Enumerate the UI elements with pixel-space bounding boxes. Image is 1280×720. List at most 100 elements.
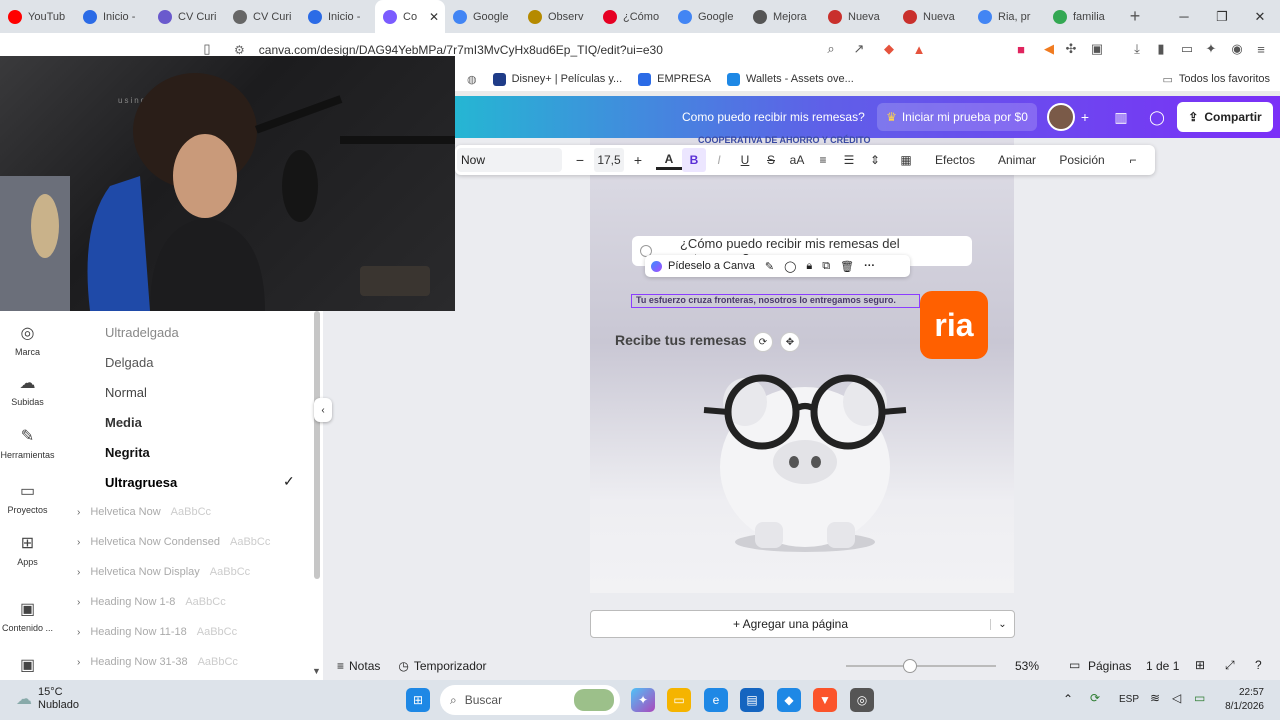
font-family-item[interactable]: › Helvetica Now Condensed AaBbCc xyxy=(77,536,270,548)
battery-icon[interactable]: ▭ xyxy=(1194,691,1205,705)
sidebar-item[interactable]: ◎ Marca xyxy=(0,323,55,357)
spacing-icon[interactable]: ⇕ xyxy=(862,148,888,172)
browser-tab[interactable]: Nueva xyxy=(820,0,895,33)
font-weight-option[interactable]: Ultradelgada xyxy=(105,325,179,340)
italic-icon[interactable]: I xyxy=(706,148,732,172)
sidebar-item[interactable]: ✎ Herramientas xyxy=(0,426,55,460)
download-icon[interactable]: ⤓ xyxy=(1128,40,1146,58)
weather-widget[interactable]: ☁ 15°C Nublado xyxy=(16,686,79,712)
sidebar-toggle-icon[interactable]: ▮ xyxy=(1152,40,1170,58)
browser-tab[interactable]: Google xyxy=(445,0,520,33)
font-family-item[interactable]: › Heading Now 11-18 AaBbCc xyxy=(77,626,237,638)
browser-tab[interactable]: Ria, pr xyxy=(970,0,1045,33)
animate-button[interactable]: Animar xyxy=(986,148,1048,172)
font-family-item[interactable]: › Heading Now 31-38 AaBbCc xyxy=(77,656,238,668)
insights-icon[interactable]: ▥ xyxy=(1107,103,1135,131)
start-trial-button[interactable]: ♛ Iniciar mi prueba por $0 xyxy=(877,103,1037,131)
strikethrough-icon[interactable]: S xyxy=(758,148,784,172)
font-weight-option[interactable]: Ultragruesa xyxy=(105,475,177,490)
browser-tab[interactable]: YouTub xyxy=(0,0,75,33)
search-icon[interactable]: ⌕ xyxy=(822,40,840,58)
collapse-panel-icon[interactable]: ‹ xyxy=(314,398,332,422)
extension-icon[interactable]: ◀ xyxy=(1040,40,1058,58)
sidebar-item[interactable]: ▭ Proyectos xyxy=(0,481,55,515)
font-weight-option[interactable]: Media xyxy=(105,415,142,430)
browser-tab[interactable]: Google xyxy=(670,0,745,33)
font-family-item[interactable]: › Helvetica Now AaBbCc xyxy=(77,506,211,518)
share-button[interactable]: ⇪ Compartir xyxy=(1177,102,1273,132)
browser-tab[interactable]: Co ✕ xyxy=(375,0,445,33)
browser-tab[interactable]: familia xyxy=(1045,0,1120,33)
share-page-icon[interactable]: ↗ xyxy=(850,40,868,58)
effects-button[interactable]: Efectos xyxy=(924,148,986,172)
dropbox-icon[interactable]: ◆ xyxy=(777,688,801,712)
rotate-icon[interactable]: ⟳ xyxy=(753,332,773,352)
chevron-right-icon[interactable]: › xyxy=(77,597,80,608)
brave-rewards-icon[interactable]: ▲ xyxy=(910,40,928,58)
font-weight-option[interactable]: Normal xyxy=(105,385,147,400)
list-icon[interactable]: ☰ xyxy=(836,148,862,172)
scroll-down-icon[interactable]: ▼ xyxy=(312,666,321,676)
comment-icon[interactable]: ◯ xyxy=(1143,103,1171,131)
sidebar-item[interactable]: ▣ Contenido ... xyxy=(0,599,55,633)
extensions-puzzle-icon[interactable]: ✣ xyxy=(1062,40,1080,58)
zoom-level[interactable]: 53% xyxy=(1015,659,1039,673)
edge-icon[interactable]: e xyxy=(704,688,728,712)
maximize-icon[interactable]: ❐ xyxy=(1203,0,1241,33)
clock[interactable]: 22:57 8/1/2026 xyxy=(1225,686,1264,714)
bookmark-item[interactable]: Disney+ | Películas y... xyxy=(492,72,622,86)
subtitle-text[interactable]: Recibe tus remesas xyxy=(615,332,747,348)
transparency-icon[interactable]: ▦ xyxy=(888,148,924,172)
taskbar-search[interactable]: ⌕ Buscar xyxy=(440,685,620,715)
site-settings-icon[interactable]: ⚙ xyxy=(234,43,245,57)
case-icon[interactable]: aA xyxy=(784,148,810,172)
duplicate-icon[interactable]: ⧉ xyxy=(822,260,830,273)
grid-view-icon[interactable]: ⊞ xyxy=(1195,658,1205,672)
delete-icon[interactable]: 🗑︎ xyxy=(840,260,854,273)
font-family-item[interactable]: › Helvetica Now Display AaBbCc xyxy=(77,566,250,578)
add-collaborator-icon[interactable]: + xyxy=(1071,103,1099,131)
add-page-button[interactable]: + Agregar una página ⌄ xyxy=(590,610,1015,638)
chevron-right-icon[interactable]: › xyxy=(77,567,80,578)
volume-icon[interactable]: ◁ xyxy=(1172,691,1181,705)
screenshot-icon[interactable]: ▣ xyxy=(1088,40,1106,58)
browser-tab[interactable]: Mejora xyxy=(745,0,820,33)
sync-icon[interactable]: ⟳ xyxy=(1090,691,1100,705)
bookmark-item[interactable]: EMPRESA xyxy=(638,72,711,86)
more-icon[interactable]: ··· xyxy=(864,260,875,272)
chevron-right-icon[interactable]: › xyxy=(77,507,80,518)
app-icon[interactable]: ◎ xyxy=(850,688,874,712)
close-tab-icon[interactable]: ✕ xyxy=(429,10,439,24)
menu-icon[interactable]: ≡ xyxy=(1252,40,1270,58)
ask-canva-button[interactable]: Pídeselo a Canva xyxy=(668,260,755,272)
leo-ai-icon[interactable]: ✦ xyxy=(1202,40,1220,58)
position-button[interactable]: Posición xyxy=(1048,148,1116,172)
sidebar-item[interactable]: ⊞ Apps xyxy=(0,533,55,567)
file-explorer-icon[interactable]: ▭ xyxy=(667,688,691,712)
sidebar-item[interactable]: ☁ Subidas xyxy=(0,373,55,407)
lock-icon[interactable]: 🔒︎ xyxy=(806,260,812,273)
ria-logo[interactable]: ria xyxy=(920,291,988,359)
font-weight-option[interactable]: Delgada xyxy=(105,355,153,370)
increase-size-icon[interactable]: + xyxy=(624,148,652,172)
fullscreen-icon[interactable]: ⤢ xyxy=(1225,658,1235,673)
panel-scrollbar[interactable] xyxy=(314,311,320,579)
all-bookmarks[interactable]: ▭ Todos los favoritos xyxy=(1162,73,1270,86)
help-icon[interactable]: ? xyxy=(1255,658,1262,672)
globe-icon[interactable]: ◍ xyxy=(467,73,477,86)
sidebar-item-photos[interactable]: ▣ xyxy=(0,655,55,679)
zoom-slider-handle[interactable] xyxy=(903,659,917,673)
brave-icon[interactable]: ▼ xyxy=(813,688,837,712)
page-count[interactable]: 1 de 1 xyxy=(1146,659,1179,673)
browser-tab[interactable]: Nueva xyxy=(895,0,970,33)
font-weight-option[interactable]: Negrita xyxy=(105,445,150,460)
text-color-icon[interactable]: A xyxy=(656,150,682,170)
tagline-text[interactable]: Tu esfuerzo cruza fronteras, nosotros lo… xyxy=(631,294,920,308)
browser-tab[interactable]: ¿Cómo xyxy=(595,0,670,33)
decrease-size-icon[interactable]: − xyxy=(566,148,594,172)
font-family-item[interactable]: › Heading Now 1-8 AaBbCc xyxy=(77,596,226,608)
underline-icon[interactable]: U xyxy=(732,148,758,172)
brave-shields-icon[interactable]: ◆ xyxy=(880,40,898,58)
move-icon[interactable]: ✥ xyxy=(780,332,800,352)
extension-icon[interactable]: ■ xyxy=(1012,40,1030,58)
